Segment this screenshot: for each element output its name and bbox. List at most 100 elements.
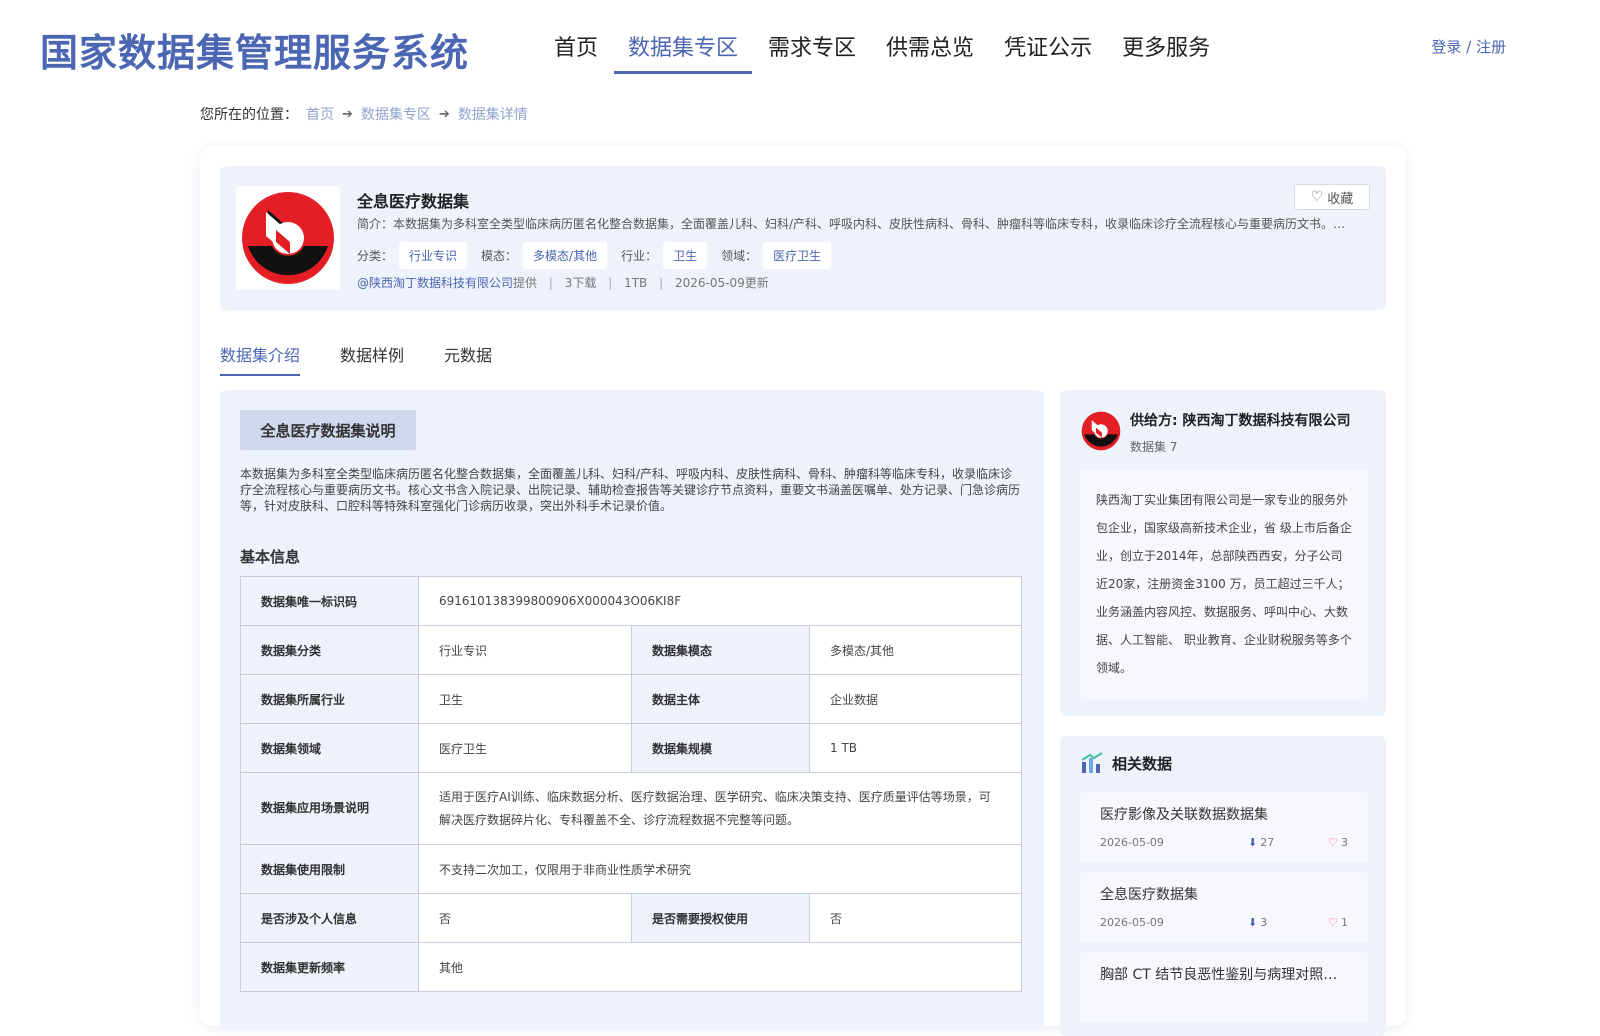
main-nav: 首页 数据集专区 需求专区 供需总览 凭证公示 更多服务 [540,30,1226,74]
tag-modality[interactable]: 多模态/其他 [523,242,608,269]
table-value: 691610138399800906X000043O06KI8F [418,576,1022,626]
provided-suffix: 提供 [513,276,538,290]
intro-description: 本数据集为多科室全类型临床病历匿名化整合数据集，全面覆盖儿科、妇科/产科、呼吸内… [240,467,1021,513]
related-item-date: 2026-05-09 [1100,916,1164,929]
download-count: 27 [1260,836,1275,849]
site-header: 国家数据集管理服务系统 首页 数据集专区 需求专区 供需总览 凭证公示 更多服务… [0,0,1600,80]
nav-datasets[interactable]: 数据集专区 [614,30,753,74]
breadcrumb: 您所在的位置： 首页 ➔ 数据集专区 ➔ 数据集详情 [200,104,536,124]
related-item-likes: ♡ 3 [1328,836,1348,849]
related-title-text: 相关数据 [1112,754,1173,773]
supplier-name[interactable]: 供给方: 陕西淘丁数据科技有限公司 [1130,410,1350,430]
login-register-link[interactable]: 登录 / 注册 [1431,36,1506,57]
site-title[interactable]: 国家数据集管理服务系统 [40,22,469,77]
nav-more-services[interactable]: 更多服务 [1108,30,1224,70]
divider: | [659,276,664,290]
related-item-downloads: ⬇ 3 [1248,916,1267,929]
download-icon: ⬇ [1248,836,1258,849]
table-value: 否 [809,893,1022,943]
table-row: 数据集分类 行业专识 数据集模态 多模态/其他 [240,625,1022,675]
table-row: 数据集领域 医疗卫生 数据集规模 1 TB [240,723,1022,773]
nav-demands[interactable]: 需求专区 [754,30,870,70]
table-value: 否 [418,893,632,943]
related-item[interactable]: 全息医疗数据集 2026-05-09 ⬇ 3 ♡ 1 [1080,872,1368,942]
table-key: 数据集所属行业 [240,674,419,724]
dataset-meta: @陕西淘丁数据科技有限公司提供 | 3下载 | 1TB | 2026-05-09… [357,274,769,291]
dataset-tags: 分类： 行业专识 模态： 多模态/其他 行业： 卫生 领域： 医疗卫生 [357,242,845,269]
updated-date: 2026-05-09更新 [674,276,769,290]
table-key: 数据集应用场景说明 [240,772,419,845]
dataset-name: 全息医疗数据集 [357,192,470,211]
tag-category-label: 分类： [357,249,394,263]
download-count: 3 [1260,916,1268,929]
related-item-name: 医疗影像及关联数据数据集 [1100,807,1268,823]
provider-link[interactable]: @陕西淘丁数据科技有限公司 [357,276,513,290]
tag-category[interactable]: 行业专识 [399,242,468,269]
breadcrumb-datasets[interactable]: 数据集专区 [361,104,431,124]
tab-metadata[interactable]: 元数据 [444,342,492,376]
tab-samples[interactable]: 数据样例 [340,342,404,376]
table-key: 数据集模态 [631,625,810,675]
intro-panel: 全息医疗数据集说明 本数据集为多科室全类型临床病历匿名化整合数据集，全面覆盖儿科… [220,390,1044,1030]
table-row: 数据集使用限制 不支持二次加工，仅限用于非商业性质学术研究 [240,844,1022,894]
tag-domain-label: 领域： [721,249,758,263]
table-value: 不支持二次加工，仅限用于非商业性质学术研究 [418,844,1022,894]
tag-domain[interactable]: 医疗卫生 [763,242,832,269]
taoding-logo-icon [242,192,334,284]
nav-credentials[interactable]: 凭证公示 [990,30,1106,70]
arrow-right-icon: ➔ [342,106,353,122]
related-item-date: 2026-05-09 [1100,836,1164,849]
related-item[interactable]: 胸部 CT 结节良恶性鉴别与病理对照数据集 [1080,952,1368,1022]
table-value: 多模态/其他 [809,625,1022,675]
table-row: 数据集所属行业 卫生 数据主体 企业数据 [240,674,1022,724]
arrow-right-icon: ➔ [438,106,450,122]
main-card: 全息医疗数据集 简介：本数据集为多科室全类型临床病历匿名化整合数据集，全面覆盖儿… [200,146,1406,1036]
tag-industry[interactable]: 卫生 [663,242,708,269]
related-item-downloads: ⬇ 27 [1248,836,1274,849]
table-row: 数据集唯一标识码 691610138399800906X000043O06KI8… [240,576,1022,626]
tag-modality-label: 模态： [481,249,518,263]
related-data-card: 相关数据 医疗影像及关联数据数据集 2026-05-09 ⬇ 27 ♡ 3 全息医疗… [1060,736,1386,1036]
table-key: 数据集唯一标识码 [240,576,419,626]
dataset-intro: 简介：本数据集为多科室全类型临床病历匿名化整合数据集，全面覆盖儿科、妇科/产科、… [357,217,1357,231]
tab-intro[interactable]: 数据集介绍 [220,342,301,376]
supplier-dataset-count: 数据集 7 [1130,440,1178,454]
table-value: 行业专识 [418,625,632,675]
dataset-header: 全息医疗数据集 简介：本数据集为多科室全类型临床病历匿名化整合数据集，全面覆盖儿… [220,166,1386,310]
like-count: 1 [1341,916,1348,929]
favorite-button[interactable]: ♡ 收藏 [1294,184,1370,210]
heart-icon: ♡ [1328,836,1338,849]
basic-info-title: 基本信息 [240,548,301,566]
related-item-name: 胸部 CT 结节良恶性鉴别与病理对照数据集 [1100,967,1350,983]
favorite-label: 收藏 [1327,191,1354,207]
table-row: 是否涉及个人信息 否 是否需要授权使用 否 [240,893,1022,943]
table-key: 数据集领域 [240,723,419,773]
table-key: 数据集分类 [240,625,419,675]
table-key: 数据主体 [631,674,810,724]
related-item[interactable]: 医疗影像及关联数据数据集 2026-05-09 ⬇ 27 ♡ 3 [1080,792,1368,862]
intro-section-title: 全息医疗数据集说明 [240,410,416,450]
breadcrumb-current: 数据集详情 [457,107,528,123]
table-value: 适用于医疗AI训练、临床数据分析、医疗数据治理、医学研究、临床决策支持、医疗质量… [418,772,1022,845]
like-count: 3 [1341,836,1348,849]
divider: | [608,276,613,290]
detail-tabs: 数据集介绍 数据样例 元数据 [220,342,532,376]
supplier-card: 供给方: 陕西淘丁数据科技有限公司 数据集 7 陕西淘丁实业集团有限公司是一家专… [1060,390,1386,716]
related-item-likes: ♡ 1 [1328,916,1348,929]
breadcrumb-home[interactable]: 首页 [306,104,334,124]
divider: | [548,276,553,290]
table-key: 数据集使用限制 [240,844,419,894]
table-value: 卫生 [418,674,632,724]
nav-home[interactable]: 首页 [540,30,612,70]
tag-industry-label: 行业： [621,249,658,263]
heart-outline-icon: ♡ [1310,189,1324,205]
related-item-name: 全息医疗数据集 [1100,887,1198,903]
bar-chart-icon [1081,752,1103,773]
breadcrumb-prefix: 您所在的位置： [200,107,298,123]
nav-overview[interactable]: 供需总览 [872,30,988,70]
table-key: 数据集规模 [631,723,810,773]
table-key: 是否需要授权使用 [631,893,810,943]
table-key: 数据集更新频率 [240,942,419,992]
supplier-description: 陕西淘丁实业集团有限公司是一家专业的服务外包企业，国家级高新技术企业，省 级上市… [1080,470,1368,700]
table-value: 企业数据 [809,674,1022,724]
